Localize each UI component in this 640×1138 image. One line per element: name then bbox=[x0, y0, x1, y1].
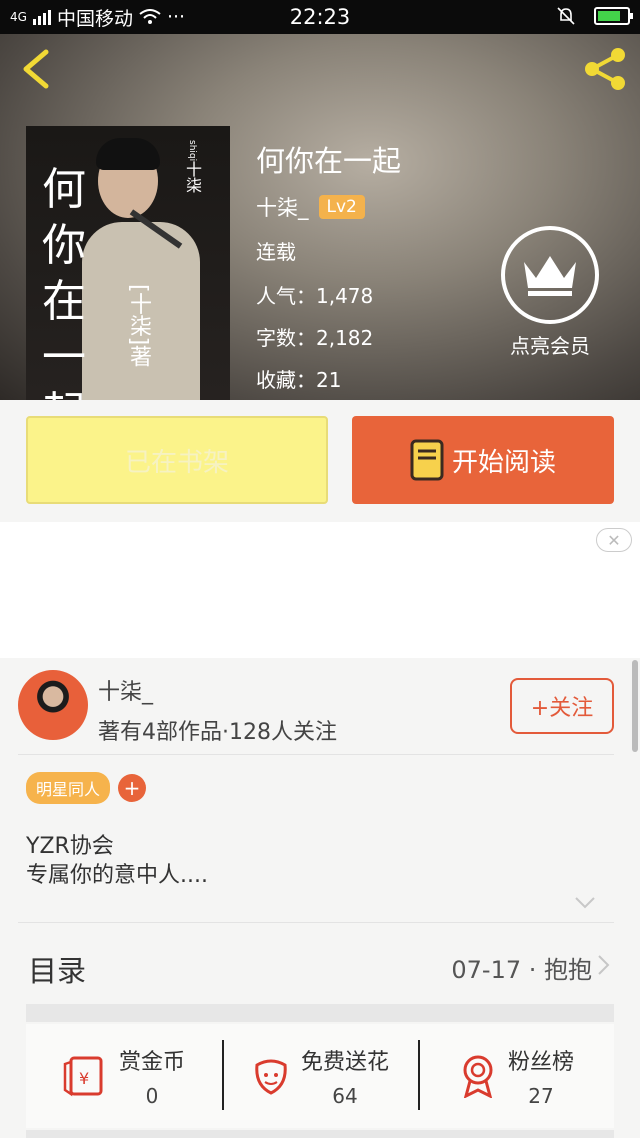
section-separator bbox=[26, 1004, 614, 1022]
send-flower-button[interactable]: 免费送花 64 bbox=[222, 1024, 418, 1128]
medal-icon bbox=[463, 1055, 493, 1098]
on-shelf-label: 已在书架 bbox=[124, 447, 229, 478]
follow-button[interactable]: +关注 bbox=[510, 678, 614, 734]
clock: 22:23 bbox=[289, 5, 351, 29]
author-card-name: 十柒_ bbox=[98, 680, 154, 705]
book-description: YZR协会 专属你的意中人.... bbox=[26, 832, 208, 890]
ad-banner: ✕ bbox=[0, 522, 640, 658]
latest-chapter: 07-17 · 抱抱 bbox=[451, 956, 592, 984]
vip-button[interactable]: 点亮会员 bbox=[500, 226, 600, 359]
add-tag-button[interactable]: + bbox=[118, 774, 147, 802]
description-line: 专属你的意中人.... bbox=[26, 863, 208, 888]
tag-chip[interactable]: 明星同人 bbox=[26, 772, 111, 804]
start-reading-button[interactable]: 开始阅读 bbox=[352, 416, 614, 504]
table-of-contents-row[interactable]: 目录 07-17 · 抱抱 bbox=[0, 924, 640, 1006]
red-envelope-icon: ¥ bbox=[63, 1056, 103, 1097]
word-count: 字数：2,182 bbox=[256, 326, 374, 350]
cover-signature-text: 十柒 bbox=[183, 161, 202, 194]
stat-value: 0 bbox=[145, 1084, 159, 1108]
popularity: 人气：1,478 bbox=[256, 284, 374, 308]
description-line: YZR协会 bbox=[26, 834, 114, 859]
level-badge: Lv2 bbox=[318, 195, 365, 219]
stat-label: 免费送花 bbox=[300, 1050, 389, 1075]
book-icon bbox=[410, 439, 444, 481]
share-icon[interactable] bbox=[580, 44, 630, 94]
crown-icon bbox=[501, 226, 599, 324]
action-bar: 已在书架 开始阅读 bbox=[0, 400, 640, 522]
start-reading-label: 开始阅读 bbox=[451, 447, 556, 478]
on-shelf-button[interactable]: 已在书架 bbox=[26, 416, 328, 504]
fan-ranking-button[interactable]: 粉丝榜 27 bbox=[418, 1024, 614, 1128]
status-bar: 4G 中国移动 ··· 22:23 bbox=[0, 0, 640, 34]
serial-status: 连载 bbox=[256, 240, 296, 264]
stats-bar: ¥ 赏金币 0 免费送花 64 粉丝榜 27 bbox=[26, 1024, 614, 1128]
chevron-right-icon bbox=[598, 955, 610, 975]
tag-row: 明星同人 + bbox=[26, 772, 147, 804]
flower-icon bbox=[255, 1059, 287, 1095]
divider bbox=[18, 754, 614, 755]
author-row[interactable]: 十柒_ Lv2 bbox=[256, 192, 365, 222]
author-card[interactable]: 十柒_ 著有4部作品·128人关注 +关注 bbox=[0, 658, 632, 754]
back-arrow-icon[interactable] bbox=[16, 46, 56, 92]
toc-title: 目录 bbox=[28, 954, 87, 988]
svg-text:¥: ¥ bbox=[79, 1069, 89, 1088]
cover-title: 何你在一起 bbox=[42, 164, 86, 400]
avatar[interactable] bbox=[18, 670, 88, 740]
cover-signature: shiqi十柒 bbox=[180, 140, 204, 193]
cover-author-mark: [十柒]著 bbox=[126, 284, 151, 368]
stat-label: 粉丝榜 bbox=[507, 1050, 574, 1075]
scrollbar[interactable] bbox=[632, 660, 638, 752]
book-cover[interactable]: 何你在一起 shiqi十柒 [十柒]著 bbox=[26, 126, 230, 400]
favorites-count: 收藏：21 bbox=[256, 368, 342, 392]
divider bbox=[18, 922, 614, 923]
reward-coins-button[interactable]: ¥ 赏金币 0 bbox=[26, 1024, 222, 1128]
book-header: 何你在一起 shiqi十柒 [十柒]著 何你在一起 十柒_ Lv2 连载 人气：… bbox=[0, 34, 640, 400]
stat-label: 赏金币 bbox=[118, 1050, 185, 1075]
close-ad-icon[interactable]: ✕ bbox=[596, 528, 632, 552]
stat-value: 64 bbox=[332, 1084, 358, 1108]
author-name[interactable]: 十柒_ bbox=[256, 192, 309, 222]
author-card-meta: 著有4部作品·128人关注 bbox=[98, 720, 337, 745]
mute-bell-icon bbox=[557, 7, 575, 25]
stat-value: 27 bbox=[528, 1084, 554, 1108]
section-separator bbox=[26, 1130, 614, 1138]
cover-pinyin: shiqi bbox=[187, 140, 197, 162]
book-title: 何你在一起 bbox=[256, 144, 402, 178]
vip-label: 点亮会员 bbox=[510, 334, 590, 358]
expand-chevron-icon[interactable] bbox=[574, 896, 596, 910]
battery-icon bbox=[594, 7, 633, 25]
